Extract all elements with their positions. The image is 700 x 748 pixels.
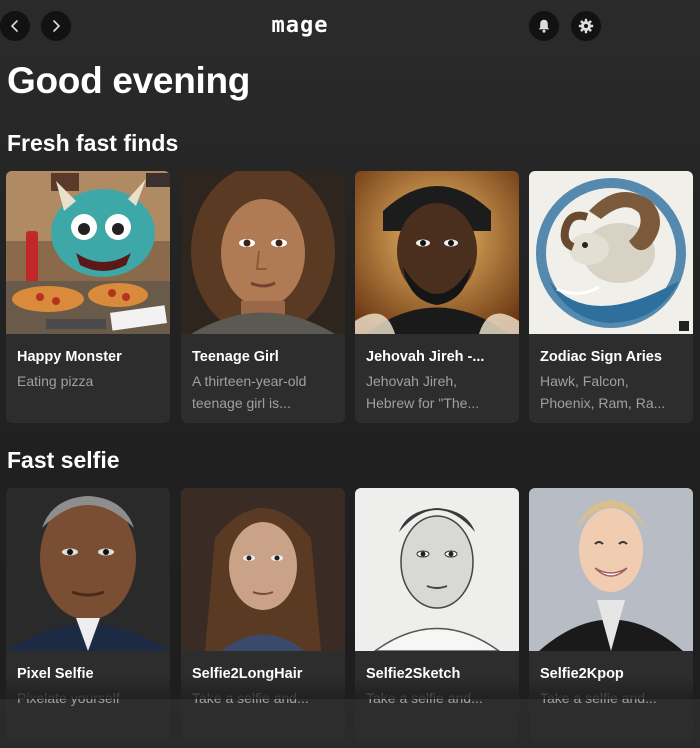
card-title: Selfie2Sketch: [366, 666, 461, 682]
card-selfie2longhair[interactable]: Selfie2LongHair Take a selfie and...: [181, 488, 345, 740]
card-description: Take a selfie and...: [366, 690, 483, 706]
card-happy-monster[interactable]: Happy Monster Eating pizza: [6, 171, 170, 423]
card-description: Jehovah Jireh, Hebrew for "The...: [366, 373, 480, 411]
card-image: [181, 488, 345, 651]
card-description: Take a selfie and...: [540, 690, 657, 706]
card-description: Take a selfie and...: [192, 690, 309, 706]
card-jehovah-jireh[interactable]: Jehovah Jireh -... Jehovah Jireh, Hebrew…: [355, 171, 519, 423]
card-image: [355, 488, 519, 651]
back-button[interactable]: [0, 11, 30, 41]
top-bar: mage: [0, 0, 700, 52]
card-pixel-selfie[interactable]: Pixel Selfie Pixelate yourself: [6, 488, 170, 740]
card-title: Happy Monster: [17, 349, 122, 365]
card-image: [355, 171, 519, 334]
card-title: Pixel Selfie: [17, 666, 94, 682]
card-image: [529, 171, 693, 334]
card-title: Teenage Girl: [192, 349, 279, 365]
card-description: A thirteen-year-old teenage girl is...: [192, 373, 307, 411]
card-image: [6, 488, 170, 651]
card-selfie2kpop[interactable]: Selfie2Kpop Take a selfie and...: [529, 488, 693, 740]
card-image: [529, 488, 693, 651]
forward-button[interactable]: [41, 11, 71, 41]
settings-button[interactable]: [571, 11, 601, 41]
section-title-fast-selfie: Fast selfie: [7, 447, 120, 473]
card-image: [181, 171, 345, 334]
card-image: [6, 171, 170, 334]
card-row-fast-selfie: Pixel Selfie Pixelate yourself Selfie2Lo…: [6, 488, 700, 748]
card-title: Jehovah Jireh -...: [366, 349, 485, 365]
card-zodiac-sign-aries[interactable]: Zodiac Sign Aries Hawk, Falcon, Phoenix,…: [529, 171, 693, 423]
notifications-button[interactable]: [529, 11, 559, 41]
card-selfie2sketch[interactable]: Selfie2Sketch Take a selfie and...: [355, 488, 519, 740]
card-description: Eating pizza: [17, 373, 94, 389]
chevron-left-icon: [10, 20, 18, 32]
card-teenage-girl[interactable]: Teenage Girl A thirteen-year-old teenage…: [181, 171, 345, 423]
card-title: Selfie2Kpop: [540, 666, 624, 682]
card-description: Pixelate yourself: [17, 690, 120, 706]
card-title: Zodiac Sign Aries: [540, 349, 662, 365]
app-logo[interactable]: mage: [259, 14, 341, 38]
card-description: Hawk, Falcon, Phoenix, Ram, Ra...: [540, 373, 666, 411]
card-row-fresh-fast-finds: Happy Monster Eating pizza Teenage Girl …: [6, 171, 700, 431]
greeting-heading: Good evening: [7, 60, 251, 101]
gear-icon: [578, 18, 594, 34]
section-title-fresh-fast-finds: Fresh fast finds: [7, 130, 179, 156]
card-title: Selfie2LongHair: [192, 666, 303, 682]
chevron-right-icon: [53, 20, 61, 32]
bell-icon: [538, 19, 550, 33]
